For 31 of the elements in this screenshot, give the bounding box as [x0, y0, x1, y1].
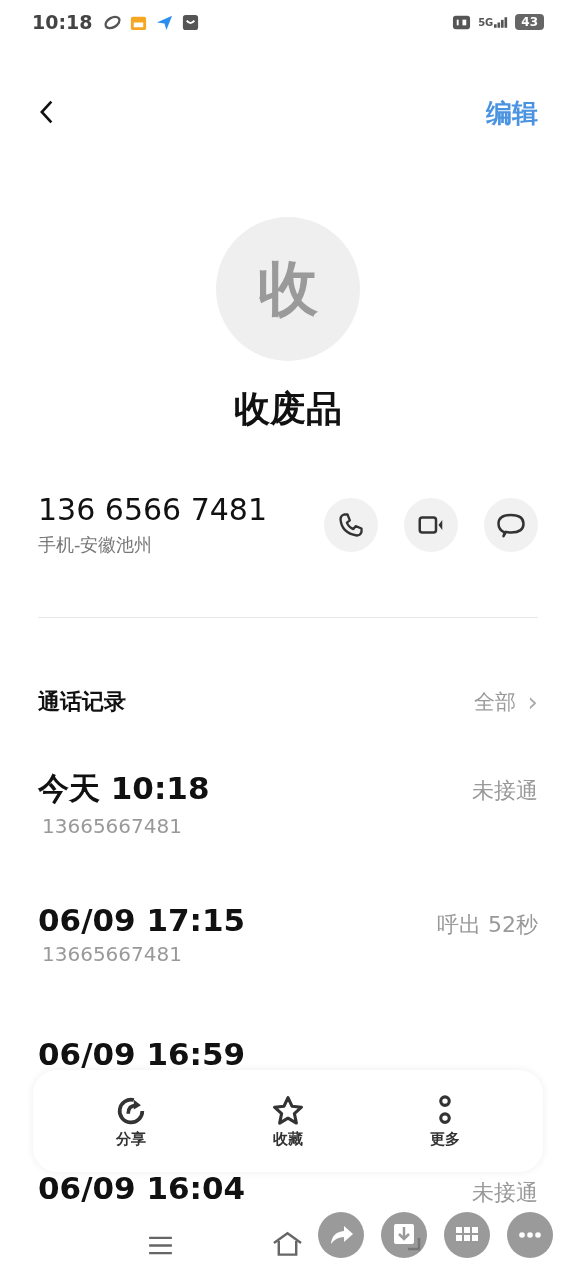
grid-icon[interactable]: [444, 1212, 490, 1258]
phone-label: 手机-安徽池州: [38, 533, 154, 557]
chevron-icon: ›: [527, 687, 538, 717]
section-title: 通话记录: [38, 688, 126, 716]
call-result: 呼出 52秒: [437, 911, 538, 939]
call-number: 13665667481: [41, 814, 183, 838]
phone-number: 136 6566 7481: [38, 492, 269, 527]
call-time: 今天 10:18: [38, 769, 210, 808]
network-type: 5G: [478, 16, 494, 28]
call-time: 06/09 17:15: [38, 902, 246, 938]
battery-level: 43: [515, 14, 544, 30]
call-time: 06/09 16:59: [38, 1036, 246, 1072]
call-number: 13665667481: [41, 942, 183, 966]
contact-avatar: 收: [216, 217, 360, 361]
menu-icon[interactable]: [148, 1236, 173, 1255]
action-button[interactable]: 分享: [91, 1093, 172, 1149]
contact-name: 收废品: [233, 387, 343, 431]
star-icon: [271, 1093, 305, 1128]
phone-icon: [337, 510, 365, 539]
call-result: 未接通: [472, 777, 538, 805]
download-icon[interactable]: [381, 1212, 427, 1258]
status-time: 10:18: [32, 11, 93, 33]
call-time: 06/09 16:04: [38, 1170, 246, 1206]
action-button[interactable]: 更多: [404, 1093, 485, 1149]
bag-icon: [181, 12, 201, 32]
call-result: 未接通: [472, 1179, 538, 1207]
action-button[interactable]: 收藏: [248, 1093, 328, 1149]
signal-icon: [494, 16, 509, 28]
more-icon[interactable]: [507, 1212, 553, 1258]
forward-icon[interactable]: [318, 1212, 364, 1258]
home-icon[interactable]: [272, 1231, 303, 1257]
